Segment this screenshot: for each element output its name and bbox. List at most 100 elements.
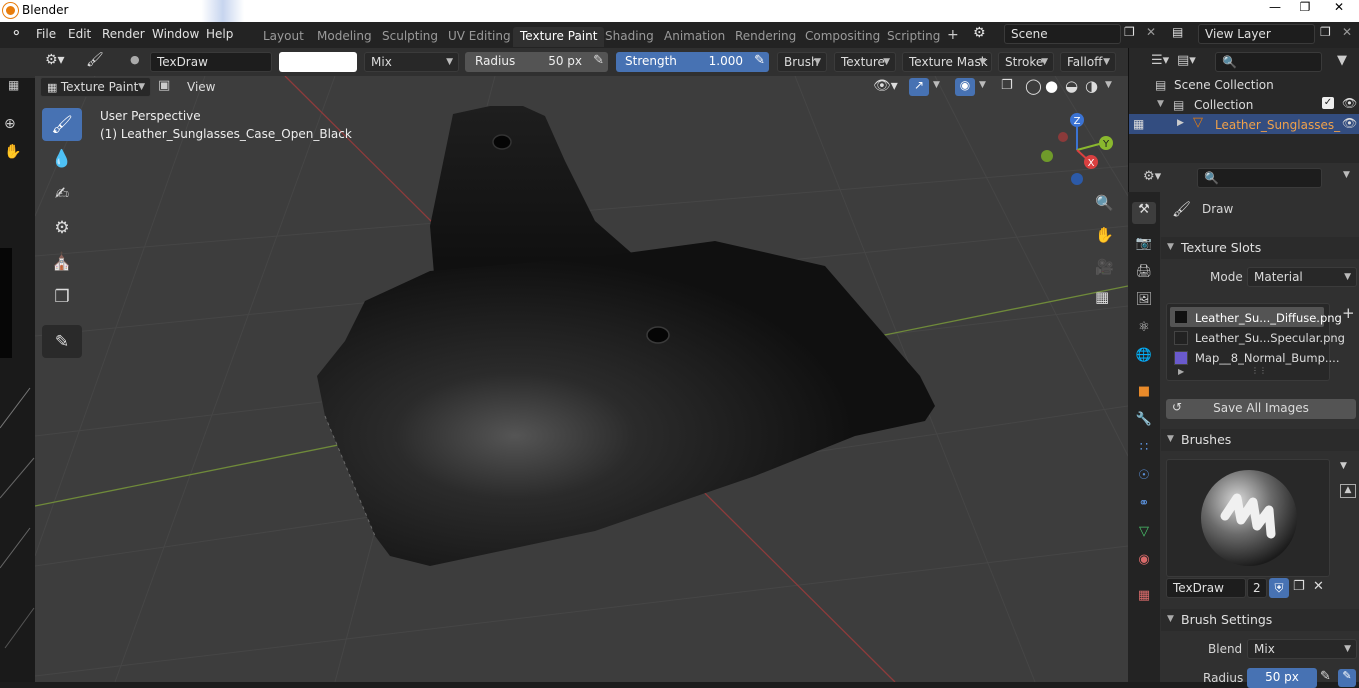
tab-particles-icon[interactable]: ∷ xyxy=(1132,440,1156,462)
tab-texture-paint[interactable]: Texture Paint xyxy=(513,27,605,47)
outliner-search-input[interactable]: 🔍 xyxy=(1215,52,1322,72)
strength-slider[interactable]: Strength 1.000 ✎ xyxy=(616,52,769,72)
zoom-icon[interactable]: ⊕ xyxy=(4,116,16,132)
navigation-gizmo[interactable]: Z Y X xyxy=(1035,110,1125,190)
tab-rendering[interactable]: Rendering xyxy=(728,27,803,47)
checker-icon[interactable]: ▦ xyxy=(8,78,19,92)
visibility-eye-icon[interactable]: 👁 xyxy=(1342,96,1357,110)
solid-shading-icon[interactable]: ● xyxy=(1045,77,1058,95)
smear-tool-icon[interactable]: ✍ xyxy=(42,177,82,210)
3d-viewport[interactable]: ▦ Texture Paint ▼ ▣ View User Perspective… xyxy=(35,76,1128,682)
menu-render[interactable]: Render xyxy=(102,27,145,41)
tab-layout[interactable]: Layout xyxy=(256,27,311,47)
paint-mask-toggle-icon[interactable]: ▣ xyxy=(158,78,170,93)
tab-scripting[interactable]: Scripting xyxy=(880,27,947,47)
scene-name-field[interactable]: Scene xyxy=(1004,24,1121,44)
texture-slot-mode-dropdown[interactable]: Material ▼ xyxy=(1247,267,1357,287)
view-layer-selector-icon[interactable]: ▤ xyxy=(1172,25,1183,39)
brush-radius-slider[interactable]: 50 px xyxy=(1247,668,1317,688)
new-scene-icon[interactable]: ❐ xyxy=(1124,25,1135,39)
collection-item[interactable]: Collection xyxy=(1194,98,1253,112)
tab-physics-icon[interactable]: ☉ xyxy=(1132,468,1156,490)
texture-slots-panel-header[interactable]: ▼ Texture Slots xyxy=(1161,237,1359,259)
soften-tool-icon[interactable]: 💧 xyxy=(42,142,82,175)
add-texture-slot-button[interactable]: + xyxy=(1342,304,1355,322)
tab-compositing[interactable]: Compositing xyxy=(798,27,887,47)
duplicate-brush-icon[interactable]: ❐ xyxy=(1293,579,1305,594)
texture-slot-item[interactable]: Leather_Su..._Diffuse.png xyxy=(1195,311,1342,325)
tab-output-icon[interactable]: 🖨 xyxy=(1132,264,1156,286)
falloff-menu[interactable]: Falloff ▼ xyxy=(1060,52,1116,72)
material-shading-icon[interactable]: ◒ xyxy=(1065,77,1078,95)
brush-menu[interactable]: Brush ▼ xyxy=(777,52,827,72)
collapse-arrow-icon[interactable]: ▼ xyxy=(1157,99,1164,109)
collection-checkbox[interactable]: ✓ xyxy=(1322,97,1334,109)
radius-unit-toggle-icon[interactable]: ✎ xyxy=(1338,669,1356,687)
mode-selector-dropdown[interactable]: ▦ Texture Paint ▼ xyxy=(40,77,151,97)
image-icon[interactable]: ▲ xyxy=(1340,484,1356,498)
stroke-menu[interactable]: Stroke ▼ xyxy=(998,52,1054,72)
chevron-down-icon[interactable]: ▼ xyxy=(979,80,986,90)
scene-selector-icon[interactable]: ⚙ xyxy=(973,25,986,41)
delete-view-layer-icon[interactable]: ✕ xyxy=(1342,25,1352,39)
brushes-panel-header[interactable]: ▼ Brushes xyxy=(1161,429,1359,451)
brush-name-field[interactable]: TexDraw xyxy=(1166,578,1246,598)
menu-file[interactable]: File xyxy=(36,27,56,41)
tool-selector-icon[interactable]: ⚙▾ xyxy=(45,52,65,68)
expand-arrow-icon[interactable]: ▶ xyxy=(1177,118,1184,128)
tab-modifiers-icon[interactable]: 🔧 xyxy=(1132,412,1156,434)
blender-menu-icon[interactable]: ⚬ xyxy=(10,24,23,42)
rendered-shading-icon[interactable]: ◑ xyxy=(1085,77,1098,95)
tab-data-icon[interactable]: ▽ xyxy=(1132,524,1156,546)
brush-settings-panel-header[interactable]: ▼ Brush Settings xyxy=(1161,609,1359,631)
properties-search-input[interactable]: 🔍 xyxy=(1197,168,1322,188)
tab-uv-editing[interactable]: UV Editing xyxy=(441,27,518,47)
chevron-down-icon[interactable]: ▼ xyxy=(933,80,940,90)
tab-object-icon[interactable]: ■ xyxy=(1132,384,1156,406)
tab-scene-icon[interactable]: ⚛ xyxy=(1132,320,1156,342)
chevron-down-icon[interactable]: ▼ xyxy=(1340,461,1347,471)
texture-mask-menu[interactable]: Texture Mask ▼ xyxy=(902,52,992,72)
chevron-down-icon[interactable]: ▼ xyxy=(1105,80,1112,90)
add-workspace-button[interactable]: + xyxy=(940,25,966,45)
properties-editor-icon[interactable]: ⚙▾ xyxy=(1143,169,1161,184)
brush-users-count[interactable]: 2 xyxy=(1247,578,1267,598)
texture-menu[interactable]: Texture ▼ xyxy=(834,52,896,72)
hand-pan-icon[interactable]: ✋ xyxy=(4,144,21,160)
texture-slot-item[interactable]: Leather_Su...Specular.png xyxy=(1195,331,1345,345)
resize-handle-icon[interactable]: ⋮⋮ xyxy=(1251,366,1267,375)
minimize-icon[interactable]: — xyxy=(1258,0,1292,20)
display-mode-icon[interactable]: ▤▾ xyxy=(1177,53,1196,68)
xray-toggle-icon[interactable]: ❐ xyxy=(1001,78,1013,93)
delete-scene-icon[interactable]: ✕ xyxy=(1146,25,1156,39)
close-icon[interactable]: ✕ xyxy=(1322,0,1356,20)
menu-help[interactable]: Help xyxy=(206,27,233,41)
wireframe-shading-icon[interactable]: ◯ xyxy=(1025,77,1042,95)
tab-sculpting[interactable]: Sculpting xyxy=(375,27,445,47)
pan-view-icon[interactable]: ✋ xyxy=(1095,226,1114,244)
tab-texture-icon[interactable]: ▦ xyxy=(1132,588,1156,610)
outliner-editor-icon[interactable]: ☰▾ xyxy=(1151,53,1169,68)
brush-color-swatch[interactable] xyxy=(279,52,357,72)
clone-tool-icon[interactable]: ⚙ xyxy=(42,211,82,244)
maximize-icon[interactable]: ❐ xyxy=(1288,0,1322,20)
chevron-down-icon[interactable]: ▼ xyxy=(1343,170,1350,180)
tab-material-icon[interactable]: ◉ xyxy=(1132,552,1156,574)
brush-preview-box[interactable] xyxy=(1166,459,1330,577)
new-view-layer-icon[interactable]: ❐ xyxy=(1320,25,1331,39)
view-layer-name-field[interactable]: View Layer xyxy=(1198,24,1315,44)
tab-tool-icon[interactable]: ⚒ xyxy=(1132,202,1156,224)
tab-render-icon[interactable]: 📷 xyxy=(1132,236,1156,258)
texture-slot-item[interactable]: Map__8_Normal_Bump.... xyxy=(1195,351,1340,365)
view-menu[interactable]: View xyxy=(187,80,215,94)
zoom-view-icon[interactable]: 🔍 xyxy=(1095,194,1114,212)
save-all-images-button[interactable]: ↺ Save All Images xyxy=(1166,399,1356,419)
mask-tool-icon[interactable]: ❐ xyxy=(42,280,82,313)
tab-world-icon[interactable]: 🌐 xyxy=(1132,348,1156,370)
brush-browse-icon[interactable]: ● xyxy=(130,53,140,66)
menu-window[interactable]: Window xyxy=(152,27,199,41)
annotate-tool-icon[interactable]: ✎ xyxy=(42,325,82,358)
overlays-toggle-icon[interactable]: ◉ xyxy=(955,78,975,96)
tab-modeling[interactable]: Modeling xyxy=(310,27,379,47)
scene-collection-item[interactable]: Scene Collection xyxy=(1174,78,1274,92)
